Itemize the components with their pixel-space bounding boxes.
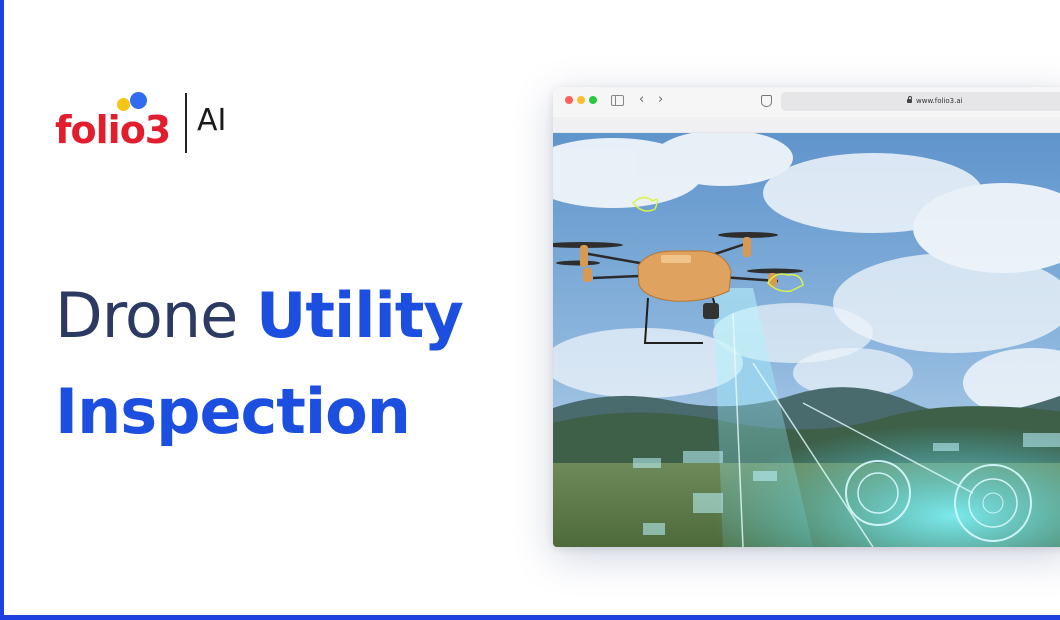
sidebar-toggle-icon[interactable] xyxy=(611,95,624,106)
bottom-accent-bar xyxy=(0,615,1060,620)
title-word-drone: Drone xyxy=(55,279,238,352)
drone-inspection-hero-image xyxy=(553,133,1060,547)
browser-tab-strip xyxy=(553,117,1060,133)
left-accent-bar xyxy=(0,0,4,620)
minimize-window-button[interactable] xyxy=(577,96,585,104)
logo-suffix: AI xyxy=(197,103,227,138)
title-line-2: Inspection xyxy=(55,364,535,460)
logo-blue-dot xyxy=(130,92,147,109)
address-url: www.folio3.ai xyxy=(916,97,963,105)
browser-toolbar: ‹ › www.folio3.ai xyxy=(553,87,1060,118)
logo-divider xyxy=(185,93,187,153)
forward-arrow-icon[interactable]: › xyxy=(658,92,663,108)
page-title: Drone Utility Inspection xyxy=(55,268,535,460)
back-arrow-icon[interactable]: ‹ xyxy=(639,92,644,108)
logo-wordmark: folio3 xyxy=(55,108,171,152)
title-line-1: Drone Utility xyxy=(55,268,535,364)
privacy-shield-icon[interactable] xyxy=(761,95,772,107)
zoom-window-button[interactable] xyxy=(589,96,597,104)
title-word-inspection: Inspection xyxy=(55,375,411,448)
close-window-button[interactable] xyxy=(565,96,573,104)
browser-window: ‹ › www.folio3.ai xyxy=(553,87,1060,547)
lock-icon xyxy=(907,96,912,103)
address-bar[interactable]: www.folio3.ai xyxy=(781,92,1060,111)
title-word-utility: Utility xyxy=(255,279,464,352)
